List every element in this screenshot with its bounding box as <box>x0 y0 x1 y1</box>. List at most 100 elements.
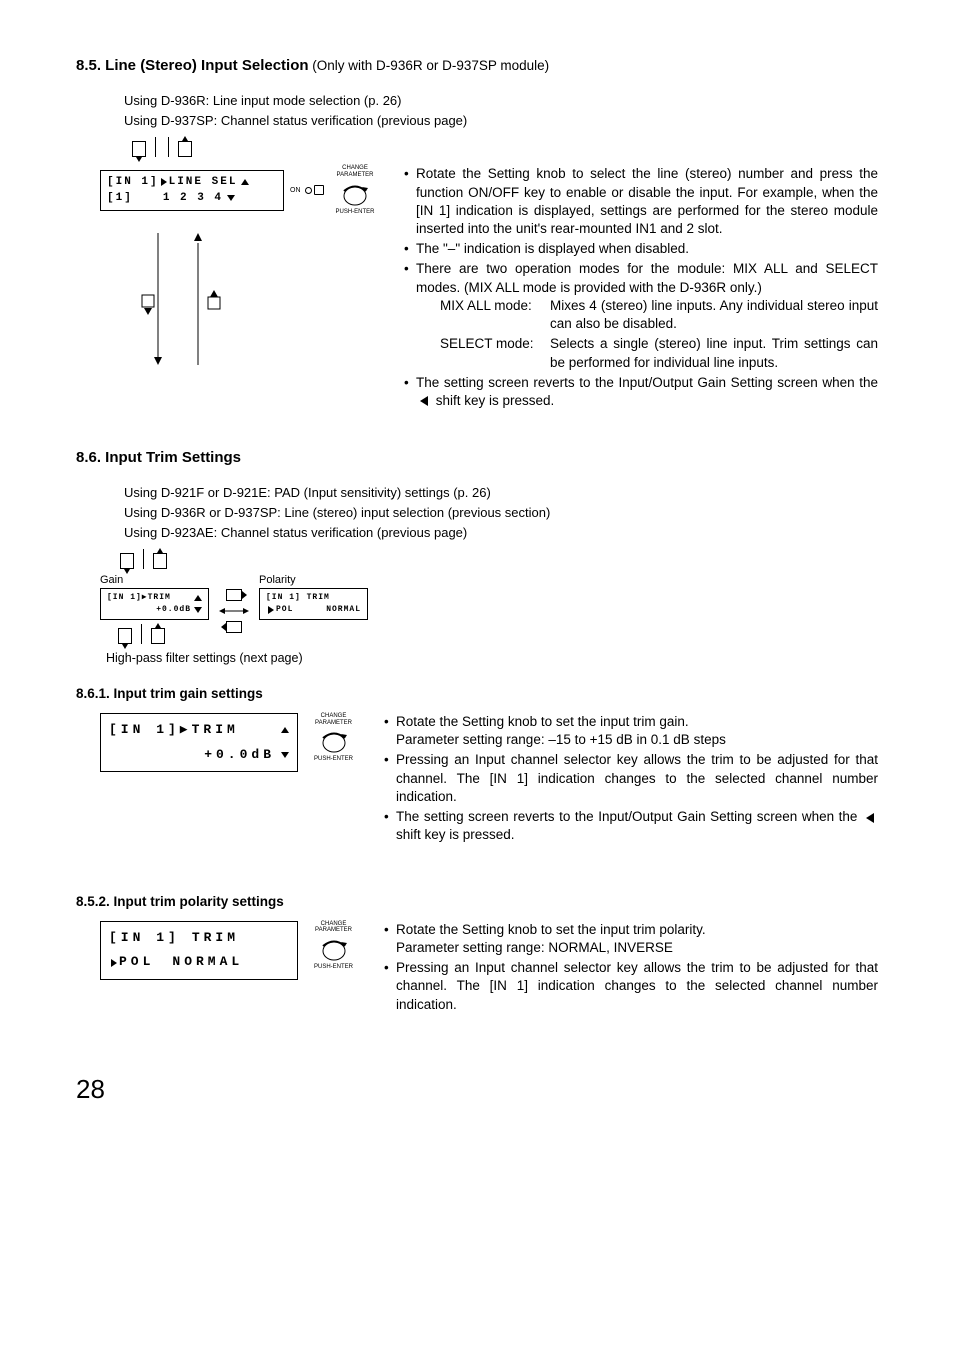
knob-label: PARAMETER <box>315 927 352 934</box>
usage-lines-86: Using D-921F or D-921E: PAD (Input sensi… <box>124 484 878 541</box>
lcd-text: [1] <box>107 190 133 207</box>
lcd-text: [IN 1]▶TRIM <box>107 592 171 604</box>
bullet-text: The setting screen reverts to the Input/… <box>396 809 862 824</box>
lcd-trim-polarity: [IN 1]TRIM POLNORMAL <box>100 921 298 980</box>
usage-line: Using D-937SP: Channel status verificati… <box>124 112 878 130</box>
usage-lines-85: Using D-936R: Line input mode selection … <box>124 92 878 129</box>
triangle-right-icon <box>268 606 274 614</box>
triangle-up-icon <box>194 595 202 601</box>
lcd-text: POL <box>119 950 154 975</box>
bullet-item: Rotate the Setting knob to select the li… <box>404 165 878 238</box>
knob-label: CHANGE <box>342 165 368 172</box>
divider-icon <box>168 137 169 157</box>
down-key-icon <box>132 141 146 157</box>
lcd-text: 1 2 3 4 <box>163 190 223 207</box>
nav-icon-pair <box>118 624 165 644</box>
nav-icon-pair <box>120 549 167 569</box>
mode-definitions: MIX ALL mode: Mixes 4 (stereo) line inpu… <box>440 297 878 372</box>
subsection-title-852: 8.5.2. Input trim polarity settings <box>76 893 878 911</box>
lcd-text: +0.0dB <box>204 743 275 768</box>
shift-left-icon <box>420 396 428 406</box>
down-key-icon <box>118 628 132 644</box>
knob-icon <box>320 727 348 755</box>
bullet-text: The setting screen reverts to the Input/… <box>416 375 878 390</box>
bullet-list-861: Rotate the Setting knob to set the input… <box>384 713 878 847</box>
lcd-polarity-small: [IN 1] TRIM POL NORMAL <box>259 588 368 620</box>
lcd-gain-small: [IN 1]▶TRIM +0.0dB <box>100 588 209 620</box>
setting-knob: CHANGE PARAMETER PUSH-ENTER <box>336 165 375 215</box>
usage-line: Using D-923AE: Channel status verificati… <box>124 524 878 542</box>
knob-icon <box>320 935 348 963</box>
knob-icon <box>341 180 369 208</box>
polarity-label: Polarity <box>259 573 368 588</box>
page-number: 28 <box>76 1072 878 1107</box>
mode-label: SELECT mode: <box>440 335 550 353</box>
up-key-icon <box>153 553 167 569</box>
bullet-item: Rotate the Setting knob to set the input… <box>384 713 878 749</box>
lcd-text: +0.0dB <box>156 604 191 616</box>
mode-text: Mixes 4 (stereo) line inputs. Any indivi… <box>550 297 878 333</box>
bullet-item: The "–" indication is displayed when dis… <box>404 240 878 258</box>
section-title-86: 8.6. Input Trim Settings <box>76 448 878 468</box>
triangle-up-icon <box>281 727 289 733</box>
lcd-text: [IN 1] <box>107 174 159 191</box>
bullet-text: shift key is pressed. <box>396 827 515 842</box>
setting-knob: CHANGE PARAMETER PUSH-ENTER <box>314 921 353 971</box>
lcd-text: NORMAL <box>326 604 361 616</box>
double-arrow-icon <box>219 607 249 615</box>
bullet-list-852: Rotate the Setting knob to set the input… <box>384 921 878 1016</box>
bullet-text: shift key is pressed. <box>432 393 554 408</box>
gain-label: Gain <box>100 573 209 588</box>
bullet-item: There are two operation modes for the mo… <box>404 260 878 371</box>
knob-label: CHANGE <box>321 921 347 928</box>
bullet-text: Rotate the Setting knob to set the input… <box>396 922 706 937</box>
setting-knob: CHANGE PARAMETER PUSH-ENTER <box>314 713 353 763</box>
lcd-text: [IN 1] <box>109 926 180 951</box>
section-num: 8.5. Line (Stereo) Input Selection <box>76 57 309 74</box>
bullet-item: The setting screen reverts to the Input/… <box>404 374 878 410</box>
mode-label: MIX ALL mode: <box>440 297 550 315</box>
section-note: (Only with D-936R or D-937SP module) <box>309 58 550 73</box>
triangle-right-icon <box>111 959 117 967</box>
bullet-text: There are two operation modes for the mo… <box>416 261 878 294</box>
right-key-icon <box>226 589 242 601</box>
triangle-right-icon <box>161 178 167 186</box>
knob-label: PARAMETER <box>315 720 352 727</box>
triangle-down-icon <box>194 607 202 613</box>
on-label: ON <box>290 186 301 195</box>
subsection-title-861: 8.6.1. Input trim gain settings <box>76 685 878 703</box>
lcd-text: [IN 1] TRIM <box>266 592 330 604</box>
section-title-85: 8.5. Line (Stereo) Input Selection (Only… <box>76 56 878 76</box>
down-key-icon <box>120 553 134 569</box>
bullet-list-85: Rotate the Setting knob to select the li… <box>404 165 878 412</box>
usage-line: Using D-936R or D-937SP: Line (stereo) i… <box>124 504 878 522</box>
led-icon <box>314 185 324 195</box>
flow-arrows-icon <box>140 225 260 375</box>
triangle-down-icon <box>281 752 289 758</box>
led-icon <box>305 187 312 194</box>
up-key-icon <box>178 141 192 157</box>
mode-text: Selects a single (stereo) line input. Tr… <box>550 335 878 371</box>
lcd-trim-gain: [IN 1]▶TRIM +0.0dB <box>100 713 298 772</box>
lcd-text: POL <box>276 604 293 616</box>
lcd-text: [IN 1]▶TRIM <box>109 718 239 743</box>
usage-line: Using D-936R: Line input mode selection … <box>124 92 878 110</box>
lcd-text: LINE SEL <box>169 174 238 191</box>
left-key-icon <box>226 621 242 633</box>
lcd-text: NORMAL <box>172 950 243 975</box>
bullet-item: Rotate the Setting knob to set the input… <box>384 921 878 957</box>
bullet-text: Rotate the Setting knob to set the input… <box>396 714 689 729</box>
triangle-down-icon <box>227 195 235 201</box>
lcd-line-sel: [IN 1] LINE SEL [1] 1 2 3 4 <box>100 170 284 211</box>
up-key-icon <box>151 628 165 644</box>
divider-icon <box>155 137 156 157</box>
range-text: Parameter setting range: –15 to +15 dB i… <box>396 732 726 747</box>
knob-label: PUSH-ENTER <box>314 756 353 763</box>
bullet-item: The setting screen reverts to the Input/… <box>384 808 878 844</box>
knob-label: PARAMETER <box>337 172 374 179</box>
bullet-item: Pressing an Input channel selector key a… <box>384 959 878 1014</box>
figure-caption: High-pass filter settings (next page) <box>106 650 878 667</box>
range-text: Parameter setting range: NORMAL, INVERSE <box>396 940 673 955</box>
nav-icon-pair <box>132 137 192 157</box>
horizontal-nav-icons <box>219 589 249 633</box>
